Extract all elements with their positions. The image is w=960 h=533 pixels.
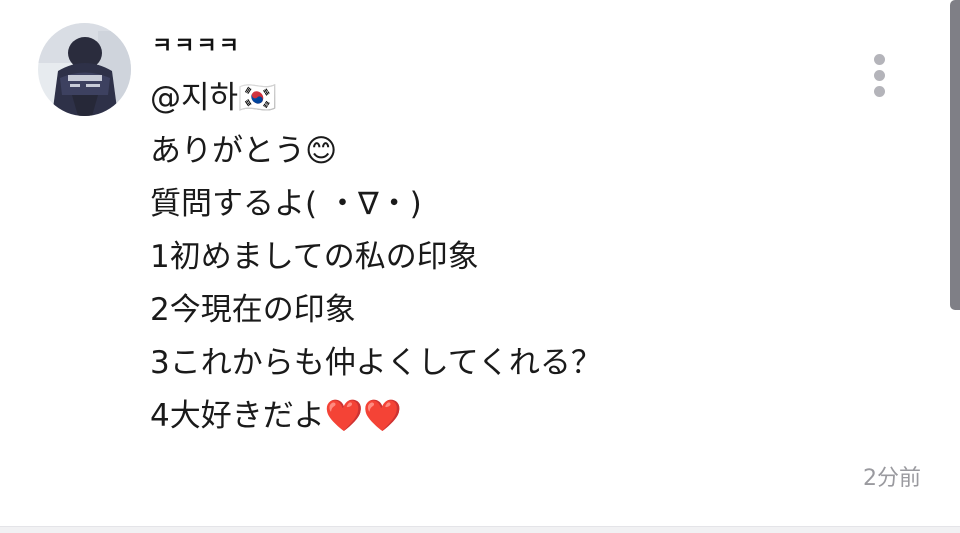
comment-line: 2今現在の印象 bbox=[150, 292, 356, 328]
comment-author[interactable]: ㅋㅋㅋㅋ bbox=[152, 28, 241, 60]
mention-line[interactable]: @지하🇰🇷 bbox=[150, 72, 850, 125]
more-options-button[interactable] bbox=[866, 52, 892, 102]
comment-line: 質問するよ( ・∇・) bbox=[150, 186, 422, 222]
comment-line: 3これからも仲よくしてくれる？ bbox=[150, 345, 602, 381]
comment-card: ㅋㅋㅋㅋ @지하🇰🇷 ありがとう😊 質問するよ( ・∇・) 1初めましての私の印… bbox=[0, 0, 960, 526]
comment-text: @지하🇰🇷 ありがとう😊 質問するよ( ・∇・) 1初めましての私の印象 2今現… bbox=[150, 72, 850, 443]
scrollbar[interactable] bbox=[950, 0, 960, 310]
comment-line: 4大好きだよ❤️❤️ bbox=[150, 398, 402, 434]
avatar[interactable] bbox=[38, 23, 131, 116]
comment-timestamp: 2分前 bbox=[863, 466, 921, 491]
avatar-image bbox=[38, 23, 131, 116]
comment-line: 1初めましての私の印象 bbox=[150, 239, 479, 275]
comment-line: ありがとう😊 bbox=[150, 133, 338, 169]
